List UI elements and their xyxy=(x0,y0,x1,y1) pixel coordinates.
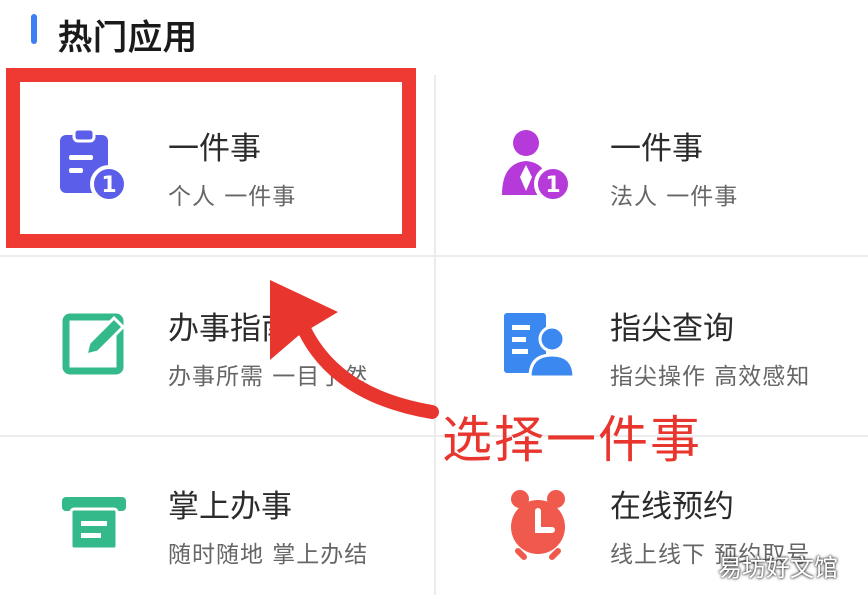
app-title: 掌上办事 xyxy=(168,489,292,525)
app-title: 在线预约 xyxy=(610,489,734,525)
app-title: 指尖查询 xyxy=(610,311,734,347)
app-subtitle: 办事所需 一目了然 xyxy=(168,364,369,390)
badge-number: 1 xyxy=(545,173,560,198)
app-subtitle: 指尖操作 高效感知 xyxy=(610,364,811,390)
printer-icon xyxy=(56,483,136,563)
app-subtitle: 法人 一件事 xyxy=(610,184,739,210)
app-title: 一件事 xyxy=(610,131,703,167)
app-subtitle: 随时随地 掌上办结 xyxy=(168,542,369,568)
annotation-text: 选择一件事 xyxy=(442,411,702,469)
edit-icon xyxy=(56,305,136,385)
annotation-highlight-box xyxy=(6,68,416,248)
app-card-mobile-service[interactable]: 掌上办事 随时随地 掌上办结 xyxy=(0,435,434,615)
document-person-icon xyxy=(500,305,580,385)
section-accent-bar xyxy=(31,14,37,44)
app-title: 办事指南 xyxy=(168,311,292,347)
section-title: 热门应用 xyxy=(58,18,198,58)
app-card-service-guide[interactable]: 办事指南 办事所需 一目了然 xyxy=(0,255,434,435)
person-badge-icon: 1 xyxy=(496,125,576,205)
app-card-legal-entity-matter[interactable]: 1 一件事 法人 一件事 xyxy=(434,75,868,255)
watermark: 易坊好文馆 xyxy=(718,554,838,582)
alarm-clock-icon xyxy=(500,483,580,563)
